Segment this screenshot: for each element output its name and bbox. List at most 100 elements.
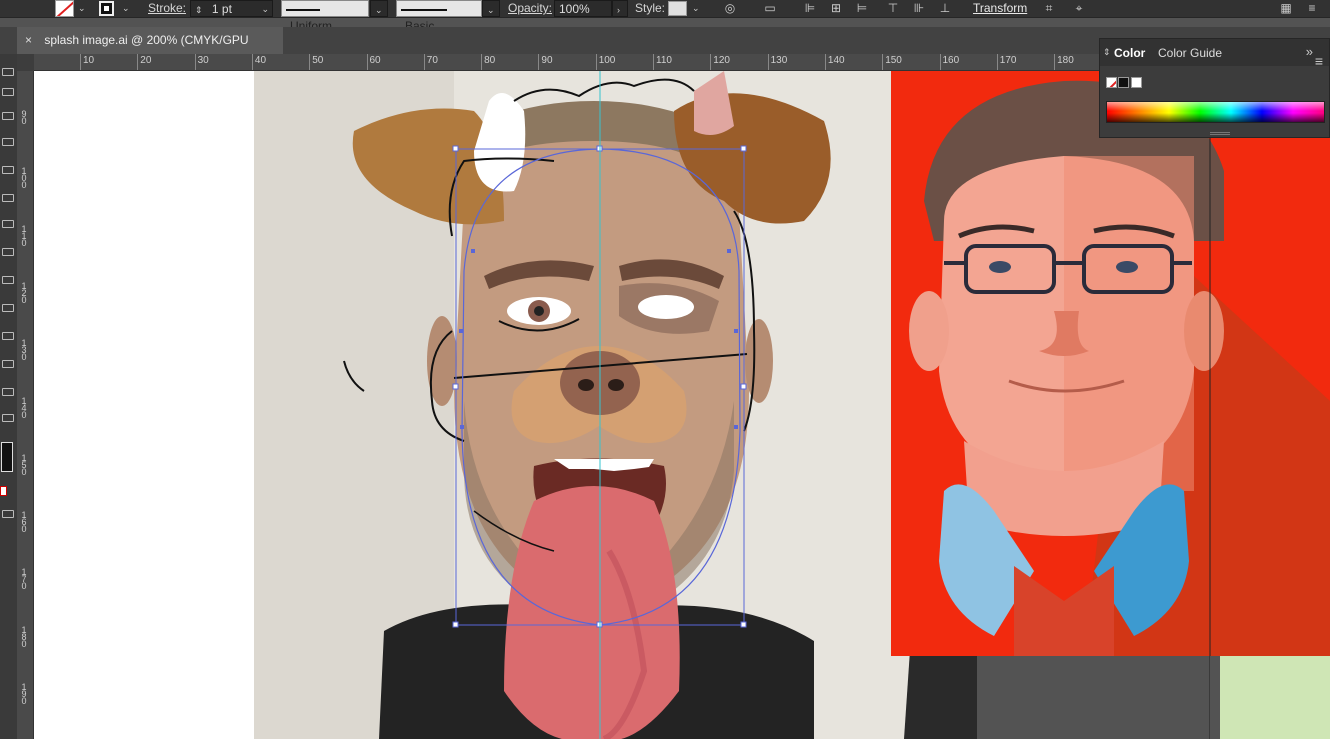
ruler-label: 10: [83, 55, 95, 66]
ruler-tick: [653, 54, 654, 70]
chevron-down-icon: ⌄: [261, 4, 269, 14]
document-tab[interactable]: × splash image.ai @ 200% (CMYK/GPU Previ…: [17, 27, 283, 73]
ruler-tick: [194, 54, 196, 70]
pencil-tool-icon[interactable]: [2, 194, 14, 202]
globe-icon[interactable]: ◎: [722, 1, 738, 16]
scale-tool-icon[interactable]: [2, 276, 14, 284]
stroke-swatch-icon[interactable]: [99, 1, 114, 16]
ruler-tick: [137, 54, 139, 70]
style-swatch[interactable]: [668, 1, 687, 16]
stroke-color-icon[interactable]: [0, 486, 7, 496]
rotate-tool-icon[interactable]: [2, 248, 14, 256]
portrait-illustration[interactable]: [891, 71, 1330, 739]
profile-chevron-button[interactable]: ⌄: [370, 0, 388, 17]
color-panel: ⇕ Color Color Guide » ≡: [1099, 38, 1330, 138]
brush-definition-dropdown[interactable]: Basic: [396, 0, 482, 33]
stroke-weight-value: 1 pt: [211, 2, 232, 16]
ruler-tick: [824, 54, 826, 70]
tab-color-guide[interactable]: Color Guide: [1158, 46, 1222, 60]
panel-menu-icon[interactable]: ≡: [1304, 1, 1320, 16]
tab-color[interactable]: Color: [1114, 46, 1145, 60]
ruler-label: 1 0 0: [21, 166, 27, 191]
brush-line-icon: [401, 8, 447, 11]
ruler-origin[interactable]: [17, 54, 34, 71]
width-tool-icon[interactable]: [2, 304, 14, 312]
control-bar: ⌄ ⌄ Stroke: ⇕ 1 pt ⌄ Uniform ⌄ Basic ⌄ O…: [0, 0, 1330, 33]
none-swatch-icon[interactable]: [1106, 77, 1117, 88]
align-bottom-icon[interactable]: ⊥: [937, 1, 953, 16]
ruler-tick: [423, 54, 425, 70]
pen-tool-icon[interactable]: [2, 112, 14, 120]
panel-options-icon[interactable]: ≡: [1315, 53, 1323, 69]
ruler-tick: [1054, 54, 1056, 70]
ruler-label: 1 4 0: [21, 395, 27, 420]
collapse-panel-icon[interactable]: »: [1306, 44, 1313, 59]
eraser-tool-icon[interactable]: [2, 220, 14, 228]
panel-grid-icon[interactable]: ▦: [1278, 1, 1294, 16]
ruler-label: 100: [598, 55, 616, 66]
opacity-arrow-button[interactable]: ›: [612, 0, 628, 17]
variable-width-profile-dropdown[interactable]: Uniform: [281, 0, 369, 33]
ruler-label: 1 6 0: [21, 510, 27, 535]
ruler-label: 1 3 0: [21, 338, 27, 363]
line-tool-icon[interactable]: [2, 166, 14, 174]
profile-line-icon: [286, 8, 320, 11]
ruler-tick: [996, 54, 998, 70]
stroke-weight-field[interactable]: ⇕ 1 pt ⌄: [190, 0, 273, 17]
fill-none-icon[interactable]: [55, 0, 74, 17]
white-swatch[interactable]: [1131, 77, 1142, 88]
panel-stepper-icon[interactable]: ⇕: [1103, 47, 1111, 58]
panel-resize-grip[interactable]: [1210, 132, 1230, 135]
ruler-tick: [939, 54, 941, 70]
ruler-tick: [710, 54, 712, 70]
color-panel-header: ⇕ Color Color Guide » ≡: [1100, 39, 1329, 69]
draw-mode-icon[interactable]: [2, 510, 14, 518]
opacity-label[interactable]: Opacity:: [508, 0, 552, 17]
transform-link[interactable]: Transform: [973, 0, 1027, 17]
ruler-tick: [767, 54, 769, 70]
puppet-warp-icon[interactable]: ⌖: [1071, 1, 1087, 16]
isolate-icon[interactable]: ⌗: [1041, 1, 1057, 16]
hand-tool-icon[interactable]: [2, 414, 14, 422]
align-left-icon[interactable]: ⊫: [802, 1, 818, 16]
opacity-field[interactable]: 100%: [554, 0, 612, 17]
type-tool-icon[interactable]: [2, 138, 14, 146]
stroke-dropdown-chevron-icon[interactable]: ⌄: [122, 0, 130, 17]
ruler-tick: [309, 54, 311, 70]
ruler-label: 1 5 0: [21, 452, 27, 477]
ruler-label: 170: [999, 55, 1017, 66]
style-chevron-icon[interactable]: ⌄: [692, 0, 700, 17]
recolor-icon[interactable]: ▭: [762, 1, 778, 16]
fill-color-icon[interactable]: [1, 442, 13, 472]
black-swatch[interactable]: [1118, 77, 1129, 88]
selfie-photo[interactable]: [254, 71, 977, 739]
align-middle-icon[interactable]: ⊪: [911, 1, 927, 16]
selection-tool-icon[interactable]: [2, 68, 14, 76]
ruler-label: 50: [312, 55, 324, 66]
vertical-ruler[interactable]: 9 0 1 0 0 1 1 0 1 2 0 1 3 0 1 4 0 1 5 0 1 6 0 1 …: [17, 71, 34, 739]
ruler-tick: [481, 54, 483, 70]
ruler-label: 90: [541, 55, 553, 66]
artboard-gap: [1210, 656, 1220, 739]
canvas[interactable]: [34, 71, 1330, 739]
stroke-label[interactable]: Stroke:: [148, 0, 186, 17]
artwork-svg: [254, 71, 1330, 739]
shape-builder-icon[interactable]: [2, 332, 14, 340]
align-center-icon[interactable]: ⊞: [828, 1, 844, 16]
color-spectrum[interactable]: [1106, 101, 1325, 123]
blend-tool-icon[interactable]: [2, 388, 14, 396]
lasso-tool-icon[interactable]: [2, 88, 14, 96]
ruler-label: 1 1 0: [21, 223, 27, 248]
stepper-icon[interactable]: ⇕: [195, 5, 203, 15]
align-top-icon[interactable]: ⊤: [885, 1, 901, 16]
horizontal-ruler[interactable]: 10 20 30 40 50 60 70 80 90 100 110 120 130 140 150 160 1…: [17, 54, 1099, 71]
brush-chevron-button[interactable]: ⌄: [482, 0, 500, 17]
ruler-label: 150: [885, 55, 902, 66]
fill-dropdown-chevron-icon[interactable]: ⌄: [78, 0, 86, 17]
ruler-label: 110: [656, 55, 672, 66]
style-label: Style:: [635, 1, 666, 15]
align-right-icon[interactable]: ⊨: [854, 1, 870, 16]
ruler-label: 60: [369, 55, 381, 66]
close-tab-icon[interactable]: ×: [25, 27, 41, 53]
eyedropper-tool-icon[interactable]: [2, 360, 14, 368]
